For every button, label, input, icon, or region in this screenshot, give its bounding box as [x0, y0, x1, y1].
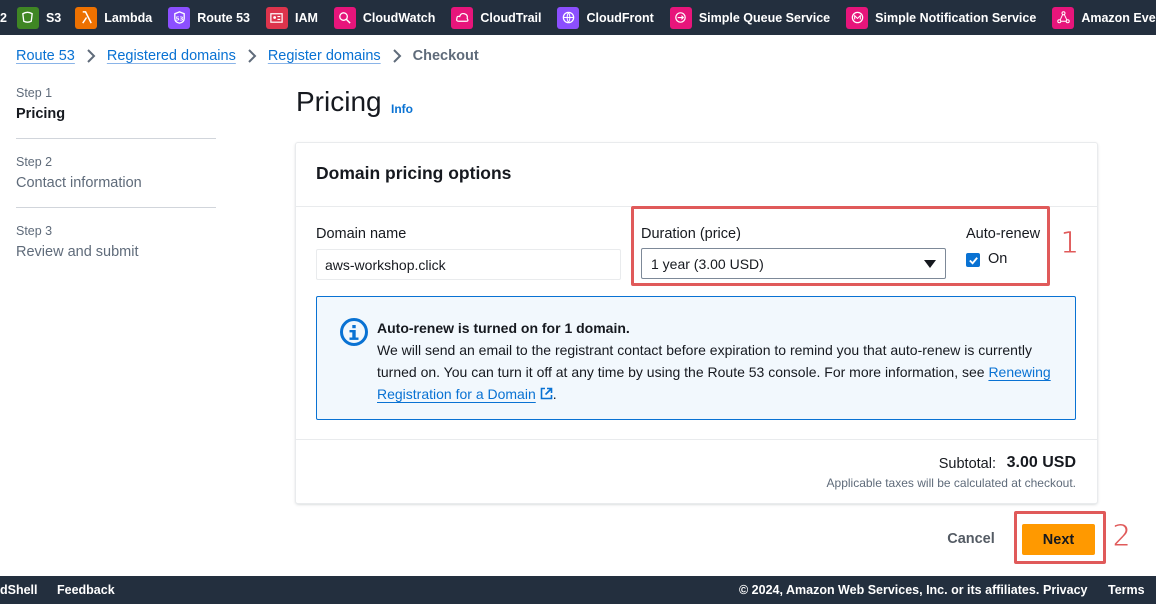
- service-label: S3: [45, 10, 62, 25]
- container-title: Domain pricing options: [316, 163, 512, 183]
- service-label: CloudWatch: [362, 10, 436, 25]
- annotation-number-2: 2: [1111, 519, 1132, 555]
- external-link-icon: [540, 387, 553, 400]
- cloudtrail-icon: [451, 6, 474, 29]
- terms-link[interactable]: Terms: [1108, 583, 1145, 597]
- service-label: Amazon EventBridge: [1081, 10, 1156, 25]
- breadcrumb-route53[interactable]: Route 53: [16, 48, 75, 64]
- service-route53[interactable]: 53 Route 53: [168, 0, 250, 35]
- chevron-right-icon: [86, 49, 96, 63]
- alert-body: Auto-renew is turned on for 1 domain. We…: [377, 317, 1057, 405]
- sns-icon: [846, 6, 869, 29]
- breadcrumb-registered-domains[interactable]: Registered domains: [107, 48, 236, 64]
- sqs-icon: [669, 6, 692, 29]
- annotation-box-1: [631, 206, 1050, 286]
- lambda-icon: [75, 6, 98, 29]
- wizard-steps: Step 1 Pricing Step 2 Contact informatio…: [16, 86, 216, 292]
- service-label: CloudFront: [586, 10, 654, 25]
- alert-text-tail: .: [552, 386, 557, 402]
- services-bar-partial-item: 2: [0, 10, 7, 25]
- step-number: Step 2: [16, 155, 53, 169]
- annotation-number-1: 1: [1059, 226, 1080, 262]
- service-label: Lambda: [104, 10, 153, 25]
- step-label: Contact information: [16, 175, 142, 191]
- service-eventbridge[interactable]: Amazon EventBridge: [1052, 0, 1156, 35]
- route53-icon: 53: [168, 6, 191, 29]
- wizard-step-2[interactable]: Step 2 Contact information: [16, 155, 216, 208]
- tax-note: Applicable taxes will be calculated at c…: [826, 476, 1076, 490]
- feedback-link[interactable]: Feedback: [57, 583, 115, 597]
- cloudwatch-icon: [333, 6, 356, 29]
- services-favorites-bar: 2 S3 Lambda 53 Route 53 IAM CloudWatch C…: [0, 0, 1156, 35]
- alert-title: Auto-renew is turned on for 1 domain.: [377, 320, 630, 336]
- s3-icon: [16, 6, 39, 29]
- service-label: CloudTrail: [480, 10, 542, 25]
- step-label: Pricing: [16, 106, 66, 122]
- service-iam[interactable]: IAM: [265, 0, 318, 35]
- domain-name-field[interactable]: aws-workshop.click: [316, 249, 621, 280]
- copyright-text: © 2024, Amazon Web Services, Inc. or its…: [739, 583, 1040, 597]
- breadcrumb-current: Checkout: [412, 48, 479, 64]
- eventbridge-icon: [1052, 6, 1075, 29]
- service-cloudwatch[interactable]: CloudWatch: [333, 0, 436, 35]
- service-lambda[interactable]: Lambda: [75, 0, 152, 35]
- container-header: Domain pricing options: [296, 143, 1097, 207]
- domain-pricing-container: Domain pricing options Domain name aws-w…: [296, 143, 1097, 503]
- cloudshell-link[interactable]: dShell: [0, 583, 38, 597]
- service-cloudfront[interactable]: CloudFront: [557, 0, 654, 35]
- service-cloudtrail[interactable]: CloudTrail: [451, 0, 541, 35]
- service-sqs[interactable]: Simple Queue Service: [669, 0, 831, 35]
- subtotal-value: 3.00 USD: [1006, 454, 1076, 471]
- cancel-button[interactable]: Cancel: [934, 526, 1008, 552]
- svg-text:53: 53: [175, 16, 183, 22]
- step-number: Step 3: [16, 224, 53, 238]
- wizard-step-1[interactable]: Step 1 Pricing: [16, 86, 216, 139]
- page-title: Pricing: [296, 86, 382, 117]
- step-number: Step 1: [16, 86, 53, 100]
- service-label: Simple Notification Service: [875, 10, 1037, 25]
- annotation-box-2: [1014, 511, 1106, 564]
- divider: [296, 439, 1097, 440]
- chevron-right-icon: [247, 49, 257, 63]
- service-sns[interactable]: Simple Notification Service: [846, 0, 1036, 35]
- domain-name-label: Domain name: [316, 226, 407, 242]
- breadcrumb: Route 53 Registered domains Register dom…: [16, 46, 479, 66]
- console-footer: dShell Feedback © 2024, Amazon Web Servi…: [0, 576, 1156, 604]
- service-label: IAM: [294, 10, 318, 25]
- iam-icon: [265, 6, 288, 29]
- subtotal-label: Subtotal:: [938, 456, 996, 472]
- auto-renew-info-alert: Auto-renew is turned on for 1 domain. We…: [316, 296, 1076, 420]
- chevron-right-icon: [392, 49, 402, 63]
- info-link[interactable]: Info: [391, 102, 413, 116]
- alert-text: We will send an email to the registrant …: [377, 342, 1032, 380]
- breadcrumb-register-domains[interactable]: Register domains: [268, 48, 381, 64]
- service-label: Simple Queue Service: [698, 10, 831, 25]
- privacy-link[interactable]: Privacy: [1043, 583, 1087, 597]
- service-s3[interactable]: S3: [16, 0, 62, 35]
- wizard-step-3[interactable]: Step 3 Review and submit: [16, 224, 216, 276]
- step-label: Review and submit: [16, 244, 139, 260]
- info-icon: [340, 318, 368, 346]
- service-label: Route 53: [197, 10, 250, 25]
- cloudfront-icon: [557, 6, 580, 29]
